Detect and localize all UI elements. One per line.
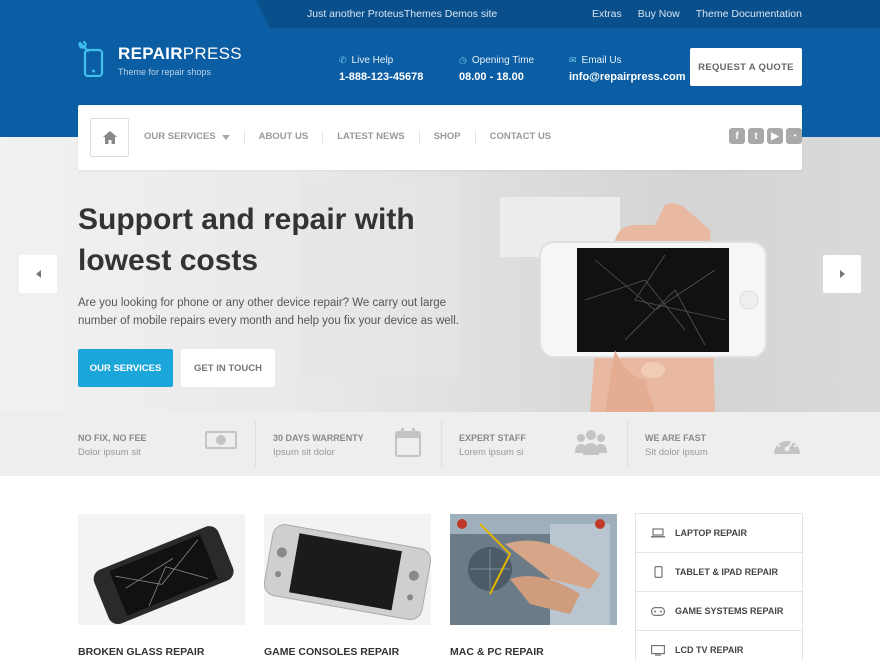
- top-bar: Just another ProteusThemes Demos site Ex…: [0, 0, 880, 28]
- our-services-button[interactable]: OUR SERVICES: [78, 349, 173, 387]
- nav-item-shop[interactable]: SHOP: [420, 131, 476, 143]
- sidebar-item-lcd-tv[interactable]: LCD TV REPAIR: [636, 631, 802, 660]
- sidebar-item-tablet[interactable]: TABLET & IPAD REPAIR: [636, 553, 802, 592]
- clock-icon: ◷: [459, 55, 467, 65]
- top-link-buy-now[interactable]: Buy Now: [638, 8, 680, 20]
- services-sidebar: LAPTOP REPAIR TABLET & IPAD REPAIR GAME …: [635, 513, 803, 660]
- service-card-game-consoles[interactable]: GAME CONSOLES REPAIR: [263, 514, 432, 658]
- phone-icon: ✆: [339, 55, 347, 65]
- tv-icon: [651, 644, 665, 656]
- group-icon: [575, 430, 607, 455]
- chevron-right-icon: [839, 270, 845, 278]
- facebook-icon[interactable]: f: [729, 128, 745, 144]
- contact-opening-time: ◷ Opening Time 08.00 - 18.00: [459, 55, 535, 83]
- broken-phone-image: [78, 514, 245, 625]
- dashboard-icon: [774, 436, 800, 454]
- slider-next-button[interactable]: [823, 255, 861, 293]
- nav-menu: OUR SERVICES ABOUT US LATEST NEWS SHOP C…: [144, 131, 565, 143]
- feature-divider: [255, 420, 256, 468]
- site-tagline: Just another ProteusThemes Demos site: [307, 8, 498, 20]
- top-link-extras[interactable]: Extras: [592, 8, 622, 20]
- nav-item-latest-news[interactable]: LATEST NEWS: [323, 131, 420, 143]
- service-card-broken-glass[interactable]: BROKEN GLASS REPAIR: [78, 514, 245, 658]
- home-icon: [102, 131, 117, 144]
- contact-email-value[interactable]: info@repairpress.com: [569, 71, 685, 83]
- twitter-icon[interactable]: t: [748, 128, 764, 144]
- contact-live-help: ✆ Live Help 1-888-123-45678: [339, 55, 424, 83]
- computer-repair-image: [450, 514, 617, 625]
- chevron-down-icon: [221, 134, 230, 140]
- tablet-icon: [653, 566, 663, 578]
- social-links: f t ▶ ◔: [729, 128, 802, 144]
- hero-description: Are you looking for phone or any other d…: [78, 297, 459, 327]
- money-icon: [205, 431, 237, 449]
- service-card-mac-pc[interactable]: MAC & PC REPAIR: [450, 514, 617, 658]
- request-quote-button[interactable]: REQUEST A QUOTE: [690, 48, 802, 86]
- nav-item-our-services[interactable]: OUR SERVICES: [144, 131, 245, 143]
- feature-divider: [441, 420, 442, 468]
- card-caption: GAME CONSOLES REPAIR: [264, 646, 400, 658]
- gamepad-icon: [651, 606, 665, 616]
- contact-email: ✉ Email Us info@repairpress.com: [569, 55, 686, 83]
- contact-phone-value: 1-888-123-45678: [339, 71, 424, 83]
- broken-phone-hand-image: [539, 203, 767, 412]
- feature-expert-staff: EXPERT STAFF Lorem ipsum si: [459, 412, 629, 476]
- main-navigation: OUR SERVICES ABOUT US LATEST NEWS SHOP C…: [78, 105, 802, 170]
- top-links: Extras Buy Now Theme Documentation: [592, 8, 802, 20]
- feature-warranty: 30 DAYS WARRENTY Ipsum sit dolor: [273, 412, 443, 476]
- laptop-icon: [651, 528, 665, 538]
- youtube-icon[interactable]: ▶: [767, 128, 783, 144]
- get-in-touch-button[interactable]: GET IN TOUCH: [181, 349, 275, 387]
- contact-hours-value: 08.00 - 18.00: [459, 71, 524, 83]
- hero-title: Support and repair with lowest costs: [78, 203, 415, 277]
- feature-divider: [627, 420, 628, 468]
- slider-prev-button[interactable]: [19, 255, 57, 293]
- chevron-left-icon: [35, 270, 41, 278]
- rss-icon[interactable]: ◔: [786, 128, 802, 144]
- home-button[interactable]: [90, 118, 129, 157]
- features-strip: NO FIX, NO FEE Dolor ipsum sit 30 DAYS W…: [0, 412, 880, 476]
- phone-wrench-icon: [78, 41, 104, 77]
- sidebar-item-laptop[interactable]: LAPTOP REPAIR: [636, 514, 802, 553]
- feature-we-are-fast: WE ARE FAST Sit dolor ipsum: [645, 412, 815, 476]
- card-caption: BROKEN GLASS REPAIR: [78, 646, 205, 658]
- nav-item-contact-us[interactable]: CONTACT US: [476, 131, 566, 143]
- logo-title: REPAIRPRESS: [118, 44, 242, 63]
- top-link-documentation[interactable]: Theme Documentation: [696, 8, 802, 20]
- feature-no-fix-no-fee: NO FIX, NO FEE Dolor ipsum sit: [78, 412, 258, 476]
- chat-icon: ✉: [569, 55, 577, 65]
- game-console-image: [263, 514, 432, 625]
- calendar-icon: [395, 428, 421, 457]
- site-logo[interactable]: REPAIRPRESS Theme for repair shops: [78, 41, 242, 77]
- nav-item-about-us[interactable]: ABOUT US: [245, 131, 324, 143]
- card-caption: MAC & PC REPAIR: [450, 646, 544, 658]
- sidebar-item-game-systems[interactable]: GAME SYSTEMS REPAIR: [636, 592, 802, 631]
- logo-subtitle: Theme for repair shops: [118, 67, 212, 77]
